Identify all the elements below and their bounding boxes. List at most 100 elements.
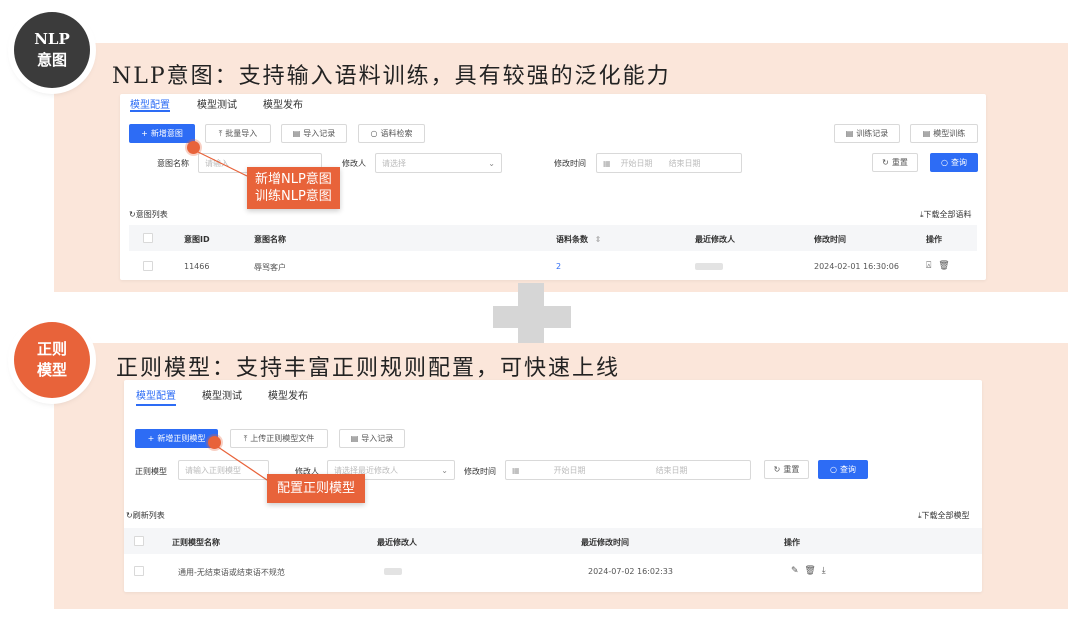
search-icon: ○: [370, 129, 378, 138]
tab-model-test[interactable]: 模型测试: [197, 96, 237, 111]
column-last-modifier: 最近修改人: [377, 538, 417, 547]
date-range-picker[interactable]: ▦ 开始日期 结束日期: [505, 460, 751, 480]
button-label: 新增意图: [150, 129, 183, 138]
query-button[interactable]: ○ 查询: [930, 153, 978, 172]
button-label: 模型训练: [933, 129, 966, 138]
lock-icon[interactable]: ⍓: [926, 261, 931, 271]
callout-line: 配置正则模型: [277, 481, 356, 496]
button-label: 批量导入: [225, 129, 258, 138]
import-record-button[interactable]: ▤ 导入记录: [339, 429, 405, 448]
column-regex-model-name: 正则模型名称: [172, 538, 220, 547]
row-checkbox[interactable]: [143, 261, 153, 271]
button-label: 查询: [839, 465, 856, 474]
active-tab-underline: [130, 110, 170, 112]
cell-intent-id: 11466: [184, 262, 210, 271]
chevron-down-icon: ⌄: [488, 158, 495, 168]
download-all-models-link[interactable]: ⤓下载全部模型: [918, 510, 970, 521]
reset-button[interactable]: ↻ 重置: [872, 153, 918, 172]
refresh-icon[interactable]: ↻: [129, 210, 136, 219]
download-all-corpus-link[interactable]: ⤓下载全部语料: [920, 209, 972, 220]
select-all-checkbox[interactable]: [143, 233, 153, 243]
modified-time-label: 修改时间: [464, 467, 496, 476]
nlp-callout-box: 新增NLP意图 训练NLP意图: [247, 167, 340, 209]
row-actions: ✎ 🗑 ⤓: [791, 566, 826, 576]
end-date: 结束日期: [668, 158, 701, 168]
delete-icon[interactable]: 🗑: [938, 261, 949, 271]
link-text: 下载全部模型: [921, 511, 970, 520]
cell-corpus-count[interactable]: 2: [556, 262, 561, 271]
placeholder: 请选择: [382, 158, 406, 168]
intent-name-label: 意图名称: [157, 159, 189, 168]
button-label: 训练记录: [856, 129, 889, 138]
tab-model-publish[interactable]: 模型发布: [268, 387, 308, 402]
tab-model-config[interactable]: 模型配置: [130, 96, 170, 111]
button-label: 新增正则模型: [157, 434, 206, 443]
chevron-down-icon: ⌄: [441, 465, 448, 475]
badge-line: 意图: [36, 51, 67, 69]
row-checkbox[interactable]: [134, 566, 144, 576]
calendar-icon: ▦: [603, 158, 611, 168]
file-icon: ▤: [350, 434, 359, 443]
search-icon: ○: [941, 158, 948, 167]
refresh-icon: ↻: [773, 465, 781, 474]
badge-line: NLP: [34, 30, 70, 48]
corpus-search-button[interactable]: ○ 语料检索: [358, 124, 425, 143]
train-record-button[interactable]: ▤ 训练记录: [834, 124, 900, 143]
column-intent-id: 意图ID: [184, 235, 210, 244]
button-label: 语料检索: [380, 129, 413, 138]
button-label: 导入记录: [303, 129, 336, 138]
select-all-checkbox[interactable]: [134, 536, 144, 546]
query-button[interactable]: ○ 查询: [818, 460, 868, 479]
callout-line: 新增NLP意图: [255, 172, 332, 187]
active-tab-underline: [136, 404, 176, 406]
column-corpus-count[interactable]: 语料条数 ⇕: [556, 234, 602, 245]
edit-icon[interactable]: ✎: [791, 566, 799, 576]
regex-model-label: 正则模型: [135, 467, 167, 476]
batch-import-button[interactable]: ⤒ 批量导入: [205, 124, 271, 143]
callout-connector-line: [214, 444, 271, 483]
nlp-section-title: NLP意图：支持输入语料训练，具有较强的泛化能力: [112, 64, 671, 89]
link-text: 下载全部语料: [923, 210, 972, 219]
column-last-modifier: 最近修改人: [695, 235, 735, 244]
button-label: 重置: [783, 465, 800, 474]
reset-button[interactable]: ↻ 重置: [764, 460, 809, 479]
table-header: [124, 528, 982, 554]
column-actions: 操作: [926, 235, 942, 244]
add-regex-model-button[interactable]: + 新增正则模型: [135, 429, 218, 448]
callout-line: 训练NLP意图: [255, 189, 332, 204]
regex-callout-box: 配置正则模型: [267, 474, 366, 503]
badge-line: 正则: [36, 340, 67, 358]
tab-model-config[interactable]: 模型配置: [136, 387, 176, 402]
date-range-picker[interactable]: ▦ 开始日期 结束日期: [596, 153, 742, 173]
modifier-select[interactable]: 请选择 ⌄: [375, 153, 502, 173]
model-train-button[interactable]: ▤ 模型训练: [910, 124, 978, 143]
end-date: 结束日期: [655, 465, 688, 475]
link-text: 刷新列表: [132, 511, 165, 520]
regex-section-title: 正则模型：支持丰富正则规则配置，可快速上线: [116, 356, 621, 381]
refresh-list-link[interactable]: ↻刷新列表: [126, 510, 165, 521]
upload-icon: ⤒: [218, 128, 223, 138]
sort-icon: ⇕: [594, 235, 602, 244]
import-record-button[interactable]: ▤ 导入记录: [281, 124, 347, 143]
intent-list-title: ↻意图列表: [129, 209, 168, 220]
cell-modified-time: 2024-07-02 16:02:33: [588, 567, 673, 576]
button-label: 查询: [950, 158, 967, 167]
refresh-icon: ↻: [882, 158, 889, 167]
download-icon[interactable]: ⤓: [822, 566, 826, 576]
button-label: 重置: [891, 158, 908, 167]
delete-icon[interactable]: 🗑: [804, 566, 815, 576]
list-title-text: 意图列表: [135, 210, 168, 219]
regex-badge: 正则 模型: [14, 322, 90, 398]
button-label: 导入记录: [361, 434, 394, 443]
column-last-modified-time: 最近修改时间: [581, 538, 629, 547]
cell-last-modifier-redacted: [384, 568, 402, 575]
calendar-icon: ▦: [512, 465, 520, 475]
file-icon: ▤: [922, 129, 931, 138]
tab-model-publish[interactable]: 模型发布: [263, 96, 303, 111]
modifier-label: 修改人: [342, 159, 366, 168]
row-actions: ⍓ 🗑: [926, 261, 950, 271]
add-intent-button[interactable]: + 新增意图: [129, 124, 195, 143]
cell-intent-name: 辱骂客户: [254, 263, 286, 272]
tab-model-test[interactable]: 模型测试: [202, 387, 242, 402]
file-icon: ▤: [845, 129, 854, 138]
